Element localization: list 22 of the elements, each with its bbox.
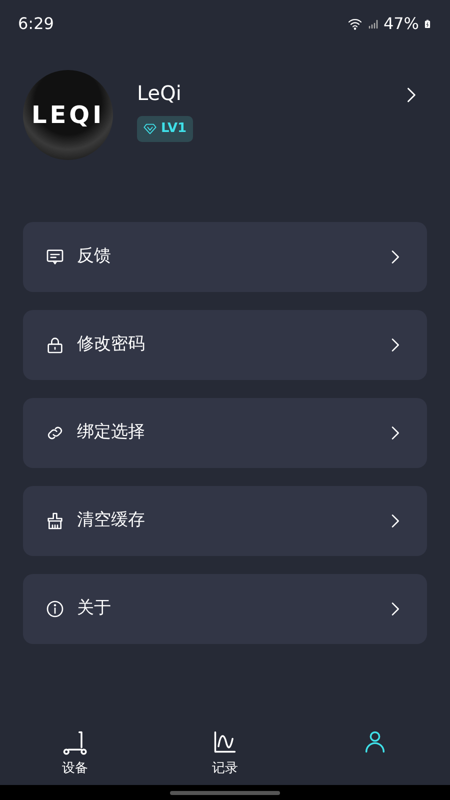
menu-item[interactable]: 绑定选择 [23, 398, 427, 468]
menu-item[interactable]: 关于 [23, 574, 427, 644]
tab[interactable]: 设备 [0, 725, 150, 785]
menu-item[interactable]: 修改密码 [23, 310, 427, 380]
wifi-icon [347, 16, 364, 32]
battery-percent: 47% [383, 13, 419, 35]
status-time: 6:29 [18, 13, 54, 35]
lock-icon [45, 335, 65, 355]
chart-icon [212, 729, 238, 755]
signal-icon [367, 17, 380, 31]
level-badge: LV1 [137, 116, 193, 142]
user-name: LeQi [137, 80, 182, 107]
home-indicator[interactable] [170, 790, 280, 794]
menu-item[interactable]: 反馈 [23, 222, 427, 292]
menu-item[interactable]: 清空缓存 [23, 486, 427, 556]
tab[interactable]: 记录 [150, 725, 300, 785]
scooter-icon [62, 729, 88, 755]
diamond-icon [143, 122, 157, 136]
avatar[interactable]: LEQI [23, 70, 113, 160]
message-icon [45, 247, 65, 267]
broom-icon [45, 511, 65, 531]
info-icon [45, 599, 65, 619]
